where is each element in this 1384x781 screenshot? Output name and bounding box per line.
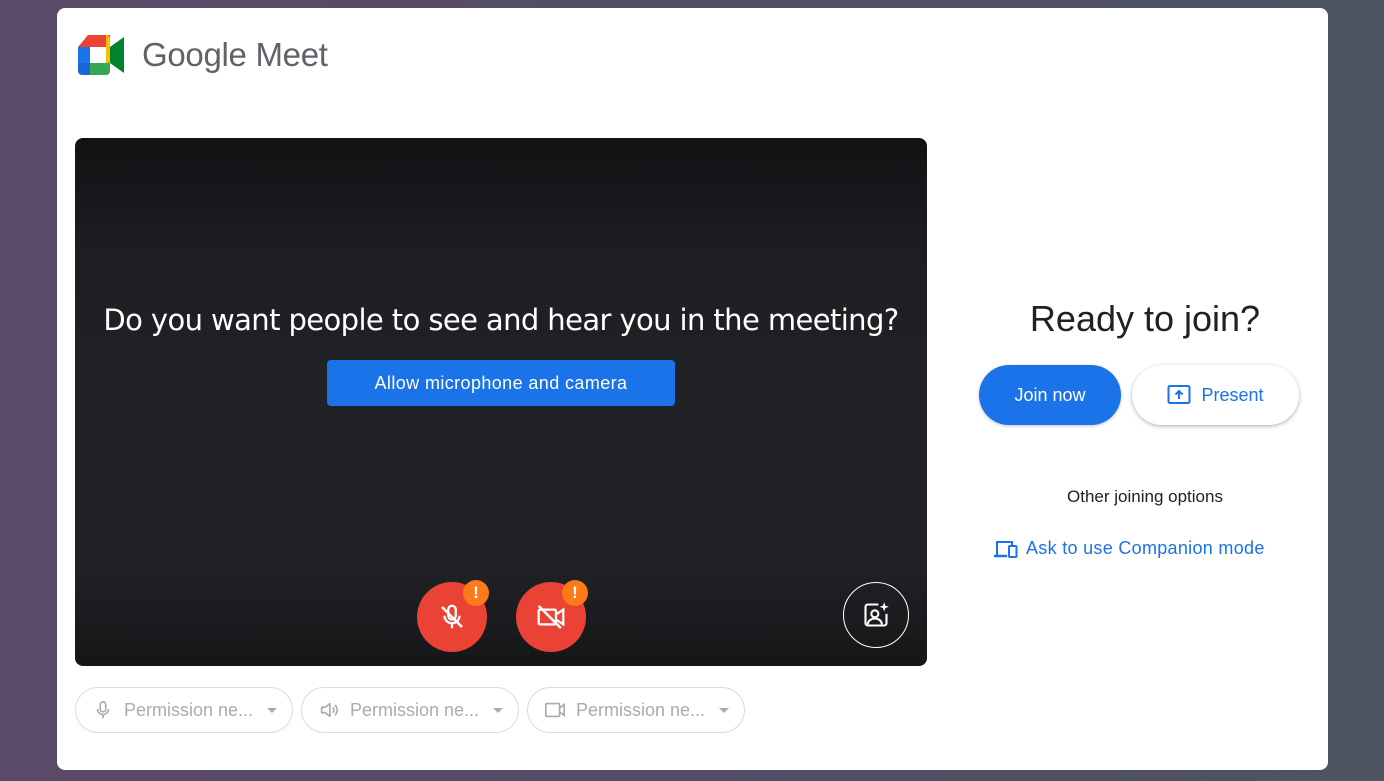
camera-select-label: Permission ne... — [576, 699, 706, 720]
visual-effects-icon — [864, 602, 889, 627]
permission-question: Do you want people to see and hear you i… — [103, 303, 899, 337]
brand-name: Google Meet — [142, 36, 328, 73]
mic-toggle-button[interactable]: ! — [417, 580, 489, 652]
speaker-icon — [320, 702, 338, 718]
other-joining-options-label: Other joining options — [1067, 487, 1223, 506]
present-screen-icon — [1167, 385, 1191, 404]
join-now-button[interactable]: Join now — [979, 365, 1121, 425]
companion-mode-link[interactable]: Ask to use Companion mode — [994, 538, 1265, 559]
brand-header: Google Meet — [78, 34, 328, 76]
microphone-select[interactable]: Permission ne... — [75, 687, 293, 733]
present-button[interactable]: Present — [1132, 365, 1299, 425]
camera-toggle-button[interactable]: ! — [516, 580, 588, 652]
microphone-icon — [96, 700, 110, 719]
companion-devices-icon — [994, 540, 1018, 558]
ready-to-join-title: Ready to join? — [1029, 298, 1261, 339]
chevron-down-icon — [719, 707, 730, 713]
video-camera-icon — [545, 702, 565, 718]
speaker-select-label: Permission ne... — [350, 699, 480, 720]
allow-mic-camera-button[interactable]: Allow microphone and camera — [327, 360, 675, 406]
camera-warning-badge: ! — [562, 580, 588, 606]
microphone-select-label: Permission ne... — [124, 699, 254, 720]
google-meet-logo-icon — [78, 35, 124, 75]
video-preview: Do you want people to see and hear you i… — [75, 138, 927, 666]
visual-effects-button[interactable] — [843, 582, 909, 648]
camera-off-icon — [537, 605, 565, 629]
mic-off-icon — [441, 604, 463, 629]
chevron-down-icon — [267, 707, 278, 713]
prejoin-card: Google Meet Do you want people to see an… — [57, 8, 1328, 770]
speaker-select[interactable]: Permission ne... — [301, 687, 519, 733]
companion-mode-label: Ask to use Companion mode — [1026, 538, 1265, 558]
chevron-down-icon — [493, 707, 504, 713]
mic-warning-badge: ! — [463, 580, 489, 606]
camera-select[interactable]: Permission ne... — [527, 687, 745, 733]
present-button-label: Present — [1201, 384, 1264, 405]
